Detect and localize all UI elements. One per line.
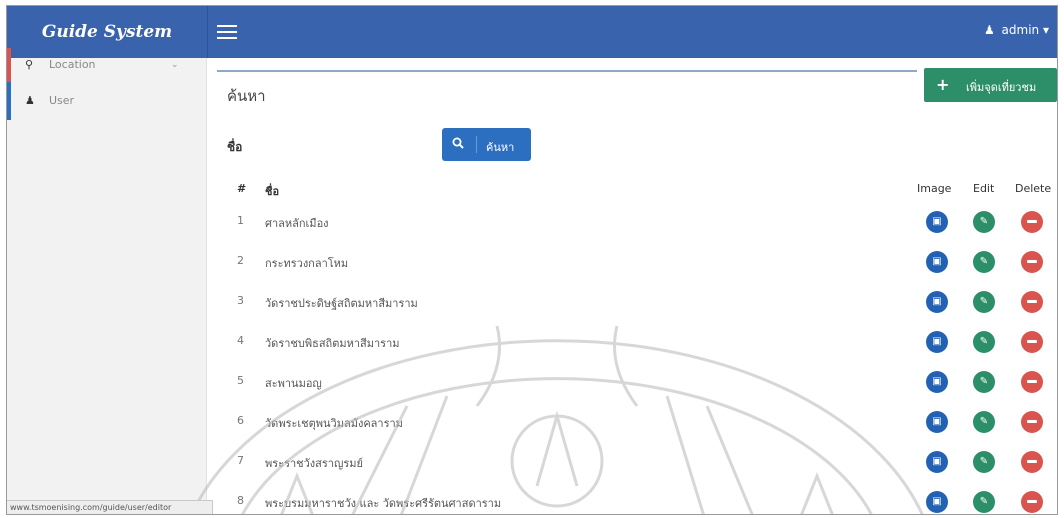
sidebar-accent [7, 82, 11, 120]
add-attraction-button[interactable]: + เพิ่มจุดเที่ยวชม [924, 68, 1057, 102]
row-name: พระราชวังสราญรมย์ [265, 457, 363, 470]
table-row: 3 วัดราชประดิษฐ์สถิตมหาสีมาราม ▣ ✎ [217, 282, 1057, 322]
image-button-icon[interactable]: ▣ [926, 251, 948, 273]
column-header-delete: Delete [1015, 182, 1052, 195]
row-name: วัดราชบพิธสถิตมหาสีมาราม [265, 337, 400, 350]
row-name: กระทรวงกลาโหม [265, 257, 349, 270]
edit-button-icon[interactable]: ✎ [973, 491, 995, 513]
edit-button-icon[interactable]: ✎ [973, 291, 995, 313]
caret-down-icon: ▾ [1042, 23, 1049, 37]
search-button[interactable]: ค้นหา [442, 128, 531, 161]
sidebar-item-user[interactable]: ♟ User [7, 82, 206, 120]
delete-button-icon[interactable] [1021, 291, 1043, 313]
row-number: 8 [237, 494, 244, 507]
edit-button-icon[interactable]: ✎ [973, 331, 995, 353]
section-divider [217, 70, 917, 72]
image-button-icon[interactable]: ▣ [926, 331, 948, 353]
brand-divider [207, 6, 208, 58]
plus-icon: + [936, 75, 950, 94]
edit-button-icon[interactable]: ✎ [973, 211, 995, 233]
table-row: 1 ศาลหลักเมือง ▣ ✎ [217, 202, 1057, 242]
user-icon: ♟ [25, 94, 35, 107]
edit-button-icon[interactable]: ✎ [973, 371, 995, 393]
table-row: 6 วัดพระเชตุพนวิมลมังคลาราม ▣ ✎ [217, 402, 1057, 442]
app-window: Guide System ♟ admin ▾ ⚲ Location ⌄ ♟ Us… [6, 5, 1058, 515]
table-row: 8 พระบรมมหาราชวัง และ วัดพระศรีรัตนศาสดา… [217, 482, 1057, 514]
column-header-edit: Edit [973, 182, 995, 195]
delete-button-icon[interactable] [1021, 251, 1043, 273]
sidebar-item-label: User [49, 94, 75, 107]
hamburger-menu-icon[interactable] [217, 25, 237, 39]
user-name: admin [1001, 23, 1040, 37]
add-button-label: เพิ่มจุดเที่ยวชม [966, 81, 1037, 94]
browser-status-bar: www.tsmoenising.com/guide/user/editor [7, 500, 213, 514]
edit-button-icon[interactable]: ✎ [973, 251, 995, 273]
image-button-icon[interactable]: ▣ [926, 291, 948, 313]
sidebar: ⚲ Location ⌄ ♟ User [7, 48, 207, 514]
delete-button-icon[interactable] [1021, 491, 1043, 513]
row-number: 5 [237, 374, 244, 387]
column-header-number: # [237, 182, 247, 195]
user-icon: ♟ [983, 23, 995, 37]
image-button-icon[interactable]: ▣ [926, 451, 948, 473]
sidebar-item-label: Location [49, 58, 96, 71]
row-name: วัดราชประดิษฐ์สถิตมหาสีมาราม [265, 297, 418, 310]
search-icon [452, 137, 464, 152]
sidebar-accent [7, 48, 11, 82]
delete-button-icon[interactable] [1021, 331, 1043, 353]
table-row: 2 กระทรวงกลาโหม ▣ ✎ [217, 242, 1057, 282]
table-body: 1 ศาลหลักเมือง ▣ ✎ 2 กระทรวงกลาโหม ▣ ✎ 3… [217, 202, 1057, 514]
delete-button-icon[interactable] [1021, 211, 1043, 233]
table-header: # ชื่อ Image Edit Delete [217, 178, 1057, 202]
button-divider [476, 136, 477, 153]
row-number: 2 [237, 254, 244, 267]
image-button-icon[interactable]: ▣ [926, 371, 948, 393]
user-menu[interactable]: ♟ admin ▾ [984, 23, 1049, 37]
row-number: 3 [237, 294, 244, 307]
column-header-image: Image [917, 182, 952, 195]
row-number: 6 [237, 414, 244, 427]
map-marker-icon: ⚲ [25, 58, 34, 71]
row-name: วัดพระเชตุพนวิมลมังคลาราม [265, 417, 403, 430]
table-row: 7 พระราชวังสราญรมย์ ▣ ✎ [217, 442, 1057, 482]
column-header-name: ชื่อ [265, 185, 280, 198]
search-name-label: ชื่อ [227, 140, 243, 154]
edit-button-icon[interactable]: ✎ [973, 411, 995, 433]
row-name: ศาลหลักเมือง [265, 217, 329, 230]
image-button-icon[interactable]: ▣ [926, 411, 948, 433]
page-title: ค้นหา [227, 87, 266, 105]
row-number: 7 [237, 454, 244, 467]
table-row: 5 สะพานมอญ ▣ ✎ [217, 362, 1057, 402]
row-name: พระบรมมหาราชวัง และ วัดพระศรีรัตนศาสดารา… [265, 497, 502, 510]
search-button-label: ค้นหา [486, 141, 515, 154]
edit-button-icon[interactable]: ✎ [973, 451, 995, 473]
main-content: ค้นหา + เพิ่มจุดเที่ยวชม ชื่อ ค้นหา # ชื… [217, 58, 1057, 514]
delete-button-icon[interactable] [1021, 411, 1043, 433]
image-button-icon[interactable]: ▣ [926, 491, 948, 513]
row-number: 1 [237, 214, 244, 227]
table-row: 4 วัดราชบพิธสถิตมหาสีมาราม ▣ ✎ [217, 322, 1057, 362]
image-button-icon[interactable]: ▣ [926, 211, 948, 233]
row-number: 4 [237, 334, 244, 347]
row-name: สะพานมอญ [265, 377, 322, 390]
delete-button-icon[interactable] [1021, 451, 1043, 473]
chevron-down-icon[interactable]: ⌄ [171, 48, 179, 82]
delete-button-icon[interactable] [1021, 371, 1043, 393]
sidebar-item-location[interactable]: ⚲ Location ⌄ [7, 48, 206, 82]
